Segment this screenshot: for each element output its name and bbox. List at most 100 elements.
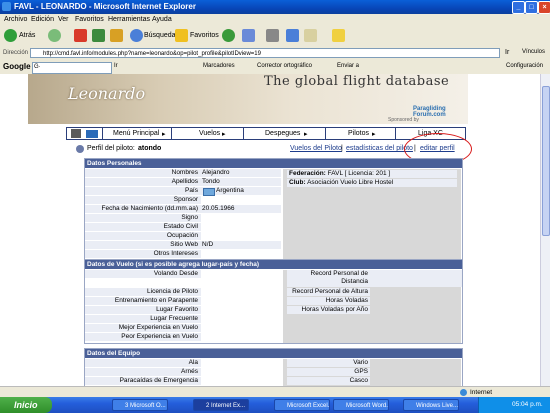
profile-label: Perfil del piloto:: [87, 145, 135, 152]
table-row: Ocupación: [0, 232, 540, 240]
go-button[interactable]: Ir: [505, 49, 509, 56]
page-viewport: Leonardo The global flight database Para…: [0, 74, 540, 386]
clock: 05:04 p.m.: [512, 401, 543, 408]
start-button[interactable]: Inicio: [0, 397, 52, 413]
nav-arrow-icon: ▸: [304, 131, 308, 138]
taskbar-item[interactable]: Windows Live...: [403, 399, 459, 411]
menu-favoritos[interactable]: Favoritos: [75, 16, 104, 23]
favorites-button[interactable]: Favoritos: [190, 30, 219, 42]
taskbar-item[interactable]: 3 Microsoft O...: [112, 399, 168, 411]
row-label: Lugar Frecuente: [85, 315, 201, 323]
vertical-scrollbar[interactable]: [540, 74, 550, 386]
taskbar-item[interactable]: Microsoft Word...: [333, 399, 389, 411]
club-value: Asociación Vuelo Libre Hostel: [307, 179, 394, 186]
table-row: Apellidos Tondo: [0, 178, 540, 186]
address-label: Dirección: [3, 50, 29, 56]
table-row: Peor Experiencia en Vuelo: [0, 333, 540, 341]
club-row: Club: Asociación Vuelo Libre Hostel: [287, 179, 457, 187]
mail-icon[interactable]: [242, 29, 255, 42]
scroll-thumb[interactable]: [542, 86, 550, 236]
menu-ver[interactable]: Ver: [58, 16, 69, 23]
menu-herramientas[interactable]: Herramientas: [108, 16, 150, 23]
row-label: Peor Experiencia en Vuelo: [85, 333, 201, 341]
taskbar-item[interactable]: Microsoft Excel...: [274, 399, 330, 411]
close-button[interactable]: ×: [538, 1, 550, 14]
row-label: Record Personal de Altura: [287, 288, 370, 296]
stop-icon[interactable]: [74, 29, 87, 42]
home-icon[interactable]: [110, 29, 123, 42]
separator: |: [341, 145, 343, 152]
row-label: País: [85, 187, 201, 195]
links-button[interactable]: Vínculos: [522, 49, 545, 55]
main-nav: Menú Principal ▸ Vuelos ▸ Despegues ▸ Pi…: [66, 127, 466, 140]
forward-icon[interactable]: [48, 29, 61, 42]
taskbar: Inicio 3 Microsoft O... 2 Internet Ex...…: [0, 397, 550, 413]
table-row: Record Personal de Distancia: [0, 270, 540, 287]
edit-icon[interactable]: [286, 29, 299, 42]
spellcheck-button[interactable]: Corrector ortográfico: [257, 63, 312, 69]
table-row: Paracaídas de Emergencia Casco: [0, 377, 540, 385]
toolbar: Atrás Búsqueda Favoritos: [0, 25, 550, 48]
paragliding-forum-logo[interactable]: Paragliding Forum.com: [413, 106, 468, 118]
taskbar-item[interactable]: 2 Internet Ex...: [193, 399, 249, 411]
pilot-stats-link[interactable]: estadísticas del piloto: [346, 145, 413, 152]
print-icon[interactable]: [266, 29, 279, 42]
row-label: Horas Voladas por Año: [287, 306, 370, 314]
flag-icon[interactable]: [86, 130, 98, 138]
pilot-icon: [76, 145, 84, 153]
refresh-icon[interactable]: [92, 29, 105, 42]
nav-pilotos[interactable]: Pilotos: [348, 130, 369, 137]
row-value: N/D: [201, 241, 281, 249]
search-button[interactable]: Búsqueda: [144, 30, 176, 42]
history-icon[interactable]: [222, 29, 235, 42]
back-icon[interactable]: [4, 29, 17, 42]
google-go-button[interactable]: Ir: [114, 63, 118, 69]
row-label: Estado Civil: [85, 223, 201, 231]
google-logo[interactable]: Google: [3, 62, 31, 71]
home-icon[interactable]: [71, 129, 81, 138]
google-search-input[interactable]: G·: [32, 62, 112, 74]
globe-icon: [460, 389, 467, 396]
search-icon[interactable]: [130, 29, 143, 42]
favorites-icon[interactable]: [175, 29, 188, 42]
folder-icon[interactable]: [332, 29, 345, 42]
site-header: Leonardo The global flight database Para…: [28, 74, 468, 124]
row-label: Fecha de Nacimiento (dd.mm.aa): [85, 205, 201, 213]
address-bar: Dirección http://cmd.favl.info/modules.p…: [0, 47, 550, 61]
nav-despegues[interactable]: Despegues: [265, 130, 300, 137]
pilot-flights-link[interactable]: Vuelos del Piloto: [290, 145, 342, 152]
row-value: Tondo: [201, 178, 281, 186]
table-row: Otros Intereses: [0, 250, 540, 258]
address-input[interactable]: http://cmd.favl.info/modules.php?name=le…: [30, 48, 500, 58]
leonardo-logo[interactable]: Leonardo: [68, 84, 145, 103]
table-row: Lugar Frecuente: [0, 315, 540, 323]
row-label: Casco: [287, 377, 370, 385]
bookmarks-button[interactable]: Marcadores: [203, 63, 235, 69]
nav-menu-principal[interactable]: Menú Principal: [113, 130, 159, 137]
table-row: Sitio Web N/D: [0, 241, 540, 249]
federation-row: Federación: FAVL [ Licencia: 201 ]: [287, 170, 457, 178]
send-to-button[interactable]: Enviar a: [337, 63, 359, 69]
row-label: Horas Voladas: [287, 297, 370, 305]
minimize-button[interactable]: _: [512, 1, 525, 14]
table-row: Sponsor: [0, 196, 540, 204]
menu-ayuda[interactable]: Ayuda: [152, 16, 172, 23]
discuss-icon[interactable]: [304, 29, 317, 42]
maximize-button[interactable]: □: [525, 1, 538, 14]
window-title-bar[interactable]: FAVL - LEONARDO - Microsoft Internet Exp…: [0, 0, 550, 14]
menu-edicion[interactable]: Edición: [31, 16, 54, 23]
row-label: Record Personal de Distancia: [287, 270, 370, 287]
settings-button[interactable]: Configuración: [506, 63, 543, 69]
window-title: FAVL - LEONARDO - Microsoft Internet Exp…: [14, 2, 196, 11]
table-row: Fecha de Nacimiento (dd.mm.aa) 20.05.196…: [0, 205, 540, 213]
federation-value: FAVL [ Licencia: 201 ]: [327, 170, 391, 177]
sponsored-label: Sponsored by: [388, 117, 419, 123]
row-value: [370, 270, 462, 287]
nav-arrow-icon: ▸: [372, 131, 376, 138]
federation-label: Federación:: [289, 170, 326, 177]
row-value: Alejandro: [201, 169, 281, 177]
table-row: Estado Civil: [0, 223, 540, 231]
nav-vuelos[interactable]: Vuelos: [199, 130, 220, 137]
back-button[interactable]: Atrás: [19, 30, 35, 42]
menu-archivo[interactable]: Archivo: [4, 16, 27, 23]
